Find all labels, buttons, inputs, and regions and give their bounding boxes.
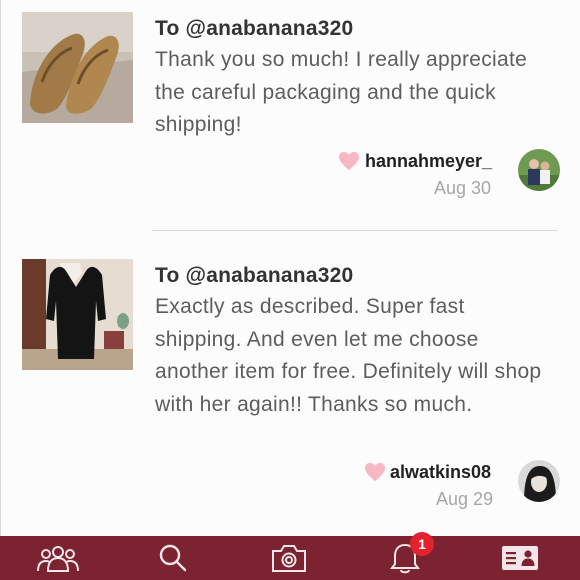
reviewer-avatar-photo xyxy=(518,460,560,502)
bottom-tab-bar: 1 xyxy=(0,532,580,580)
left-border xyxy=(0,0,1,536)
camera-icon xyxy=(272,545,306,572)
loafers-photo xyxy=(22,12,133,123)
reviewer-username[interactable]: hannahmeyer_ xyxy=(365,151,492,172)
review-text: Exactly as described. Super fast shippin… xyxy=(155,295,542,416)
tab-sell[interactable] xyxy=(259,536,319,580)
review-item: To @anabanana320 Thank you so much! I re… xyxy=(22,0,580,230)
people-icon xyxy=(37,546,79,572)
tab-account[interactable] xyxy=(490,536,550,580)
reviewer-username[interactable]: alwatkins08 xyxy=(390,462,491,483)
avatar[interactable] xyxy=(518,149,560,191)
notification-badge: 1 xyxy=(410,532,434,556)
search-icon xyxy=(159,544,187,572)
review-item: To @anabanana320 Exactly as described. S… xyxy=(22,231,580,531)
dress-photo xyxy=(22,259,133,370)
profile-card-icon xyxy=(502,546,538,570)
listing-thumbnail-loafers[interactable] xyxy=(22,12,133,123)
review-text: Thank you so much! I really appreciate t… xyxy=(155,48,528,136)
heart-icon[interactable] xyxy=(364,462,386,482)
reviewer-avatar-photo xyxy=(518,149,560,191)
review-date: Aug 30 xyxy=(434,178,492,198)
review-recipient[interactable]: To @anabanana320 xyxy=(155,264,353,288)
heart-icon[interactable] xyxy=(338,151,360,171)
tab-search[interactable] xyxy=(143,536,203,580)
review-recipient[interactable]: To @anabanana320 xyxy=(155,17,353,41)
review-date: Aug 29 xyxy=(436,489,494,509)
listing-thumbnail-dress[interactable] xyxy=(22,259,133,370)
reviewer-meta: hannahmeyer_ Aug 30 xyxy=(338,148,560,198)
tab-news[interactable]: 1 xyxy=(375,532,435,580)
reviewer-meta: alwatkins08 Aug 29 xyxy=(364,459,560,509)
avatar[interactable] xyxy=(518,460,560,502)
tab-community[interactable] xyxy=(28,536,88,580)
